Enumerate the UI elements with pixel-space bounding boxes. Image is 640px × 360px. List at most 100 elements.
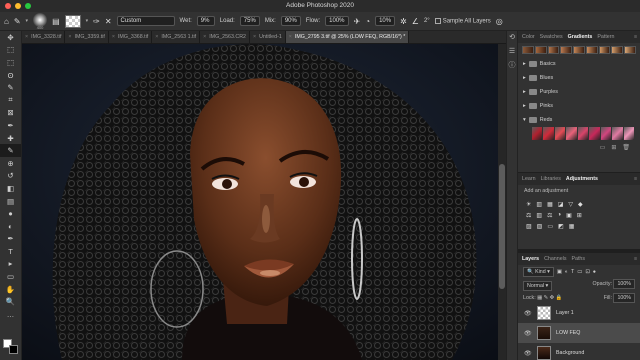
layer-row[interactable]: 👁 Background xyxy=(518,343,640,360)
panel-tab-adjustments[interactable]: Adjustments xyxy=(566,173,598,185)
red-gradient-tile[interactable] xyxy=(612,127,623,140)
red-gradient-tile[interactable] xyxy=(566,127,577,140)
gradient-preset[interactable] xyxy=(560,46,573,54)
close-tab-icon[interactable]: × xyxy=(203,31,206,43)
pressure-size-icon[interactable]: ◎ xyxy=(496,17,503,26)
background-color-swatch[interactable] xyxy=(9,345,18,354)
more-icon[interactable]: … xyxy=(0,308,21,321)
layer-thumbnail[interactable] xyxy=(537,326,551,340)
zoom-icon[interactable]: 🔍 xyxy=(0,295,21,308)
adjustment-icon[interactable]: ▨ xyxy=(526,223,532,230)
smoothing-icon[interactable]: ◔ xyxy=(365,17,370,26)
document-tab[interactable]: × IMG_2795 3.tif @ 25% (LOW FEQ, RGB/16*)… xyxy=(285,31,410,43)
chevron-right-icon[interactable]: ▸ xyxy=(523,75,526,81)
layer-name[interactable]: Background xyxy=(556,350,584,356)
panel-menu-icon[interactable]: ≡ xyxy=(634,31,637,43)
history-brush-icon[interactable]: ↺ xyxy=(0,170,21,183)
settings-gear-icon[interactable]: ✲ xyxy=(400,17,407,26)
visibility-eye-icon[interactable]: 👁 xyxy=(524,350,532,357)
red-gradient-tile[interactable] xyxy=(600,127,612,140)
blur-icon[interactable]: ● xyxy=(0,207,21,220)
gradient-preset[interactable] xyxy=(624,46,637,54)
load-field[interactable]: 75% xyxy=(239,16,260,26)
adjustment-icon[interactable]: ▥ xyxy=(536,201,542,208)
panel-tab-channels[interactable]: Channels xyxy=(544,253,566,265)
gradient-folder[interactable]: ▸ Pinks xyxy=(518,99,640,113)
shape-filter-icon[interactable]: ▭ xyxy=(577,269,582,275)
gradient-preset[interactable] xyxy=(585,46,598,54)
document-tab[interactable]: × IMG_3359.tif xyxy=(65,31,109,43)
new-group-icon[interactable]: ▭ xyxy=(600,144,606,151)
adjustment-icon[interactable]: ⚖ xyxy=(526,212,531,219)
gradient-preset[interactable] xyxy=(611,46,624,54)
close-tab-icon[interactable]: × xyxy=(155,31,158,43)
lock-transparent-icon[interactable]: ▦ xyxy=(537,295,542,301)
visibility-eye-icon[interactable]: 👁 xyxy=(524,330,532,337)
clean-brush-icon[interactable]: ✕ xyxy=(105,17,112,26)
red-gradient-tile[interactable] xyxy=(577,127,589,140)
layer-kind-filter[interactable]: 🔍 Kind ▾ xyxy=(523,267,554,277)
gradient-folder[interactable]: ▸ Blues xyxy=(518,71,640,85)
angle-icon[interactable]: ∠ xyxy=(412,17,419,26)
lock-all-icon[interactable]: 🔒 xyxy=(556,295,563,301)
hand-icon[interactable]: ✋ xyxy=(0,283,21,296)
panel-tab-color[interactable]: Color xyxy=(522,31,535,43)
wet-field[interactable]: 9% xyxy=(196,16,215,26)
vertical-scrollbar[interactable] xyxy=(498,44,506,360)
gradient-folder[interactable]: ▸ Purples xyxy=(518,85,640,99)
smoothing-field[interactable]: 10% xyxy=(375,16,396,26)
gradient-folder[interactable]: ▸ Basics xyxy=(518,57,640,71)
zoom-window-button[interactable] xyxy=(25,3,31,9)
pen-icon[interactable]: ✒ xyxy=(0,233,21,246)
adjustment-icon[interactable]: ◆ xyxy=(578,201,583,208)
chevron-right-icon[interactable]: ▸ xyxy=(523,61,526,67)
info-icon[interactable]: ⓘ xyxy=(507,59,517,73)
quick-select-icon[interactable]: ✎ xyxy=(0,81,21,94)
rectangle-icon[interactable]: ▭ xyxy=(0,270,21,283)
adjustment-icon[interactable]: ⊞ xyxy=(577,212,582,219)
chevron-down-icon[interactable]: ▾ xyxy=(523,117,526,123)
smart-object-filter-icon[interactable]: ⊡ xyxy=(585,269,589,275)
layer-thumbnail[interactable] xyxy=(537,306,551,320)
close-tab-icon[interactable]: × xyxy=(68,31,71,43)
panel-tab-libraries[interactable]: Libraries xyxy=(541,173,561,185)
panel-tab-gradients[interactable]: Gradients xyxy=(568,31,593,43)
gradient-preset[interactable] xyxy=(534,46,547,54)
new-gradient-icon[interactable]: ⊞ xyxy=(611,144,616,151)
red-gradient-tile[interactable] xyxy=(589,127,600,140)
brush-preset-picker[interactable]: 400 xyxy=(33,12,48,30)
artboard-icon[interactable]: ⬚ xyxy=(0,44,21,57)
panel-tab-swatches[interactable]: Swatches xyxy=(540,31,563,43)
close-tab-icon[interactable]: × xyxy=(289,31,292,43)
trash-icon[interactable]: 🗑 xyxy=(622,144,630,151)
chevron-right-icon[interactable]: ▸ xyxy=(523,89,526,95)
layer-name[interactable]: LOW FEQ xyxy=(556,330,580,336)
adjustment-icon[interactable]: ◪ xyxy=(558,201,564,208)
red-gradient-tile[interactable] xyxy=(532,127,543,140)
panel-tab-layers[interactable]: Layers xyxy=(522,253,539,265)
adjustment-icon[interactable]: ▭ xyxy=(547,223,553,230)
adjustment-filter-icon[interactable]: ◐ xyxy=(565,269,568,275)
eraser-icon[interactable]: ◧ xyxy=(0,182,21,195)
home-icon[interactable]: ⌂ xyxy=(4,17,9,26)
chevron-right-icon[interactable]: ▸ xyxy=(523,103,526,109)
path-select-icon[interactable]: ▸ xyxy=(0,258,21,271)
frame-icon[interactable]: ⊠ xyxy=(0,107,21,120)
panel-tab-learn[interactable]: Learn xyxy=(522,173,536,185)
document-tab[interactable]: × IMG_2563.CR2 xyxy=(200,31,251,43)
layer-row[interactable]: 👁 LOW FEQ xyxy=(518,323,640,343)
red-gradient-tile[interactable] xyxy=(554,127,566,140)
brush-settings-icon[interactable]: ▤ xyxy=(52,17,60,26)
visibility-eye-icon[interactable]: 👁 xyxy=(524,310,532,317)
gradient-folder[interactable]: ▾ Reds xyxy=(518,113,640,127)
adjustment-icon[interactable]: ▽ xyxy=(568,201,573,208)
crop-icon[interactable]: ⌗ xyxy=(0,94,21,107)
type-filter-icon[interactable]: T xyxy=(571,269,574,275)
flow-field[interactable]: 100% xyxy=(325,16,349,26)
airbrush-icon[interactable]: ✈ xyxy=(354,17,361,26)
eyedropper-icon[interactable]: ✒ xyxy=(0,119,21,132)
panel-tab-paths[interactable]: Paths xyxy=(571,253,585,265)
mixer-brush-tool-icon[interactable]: ✎ xyxy=(14,17,21,26)
lock-pixels-icon[interactable]: ✎ xyxy=(544,295,548,301)
red-gradient-tile[interactable] xyxy=(623,127,634,140)
